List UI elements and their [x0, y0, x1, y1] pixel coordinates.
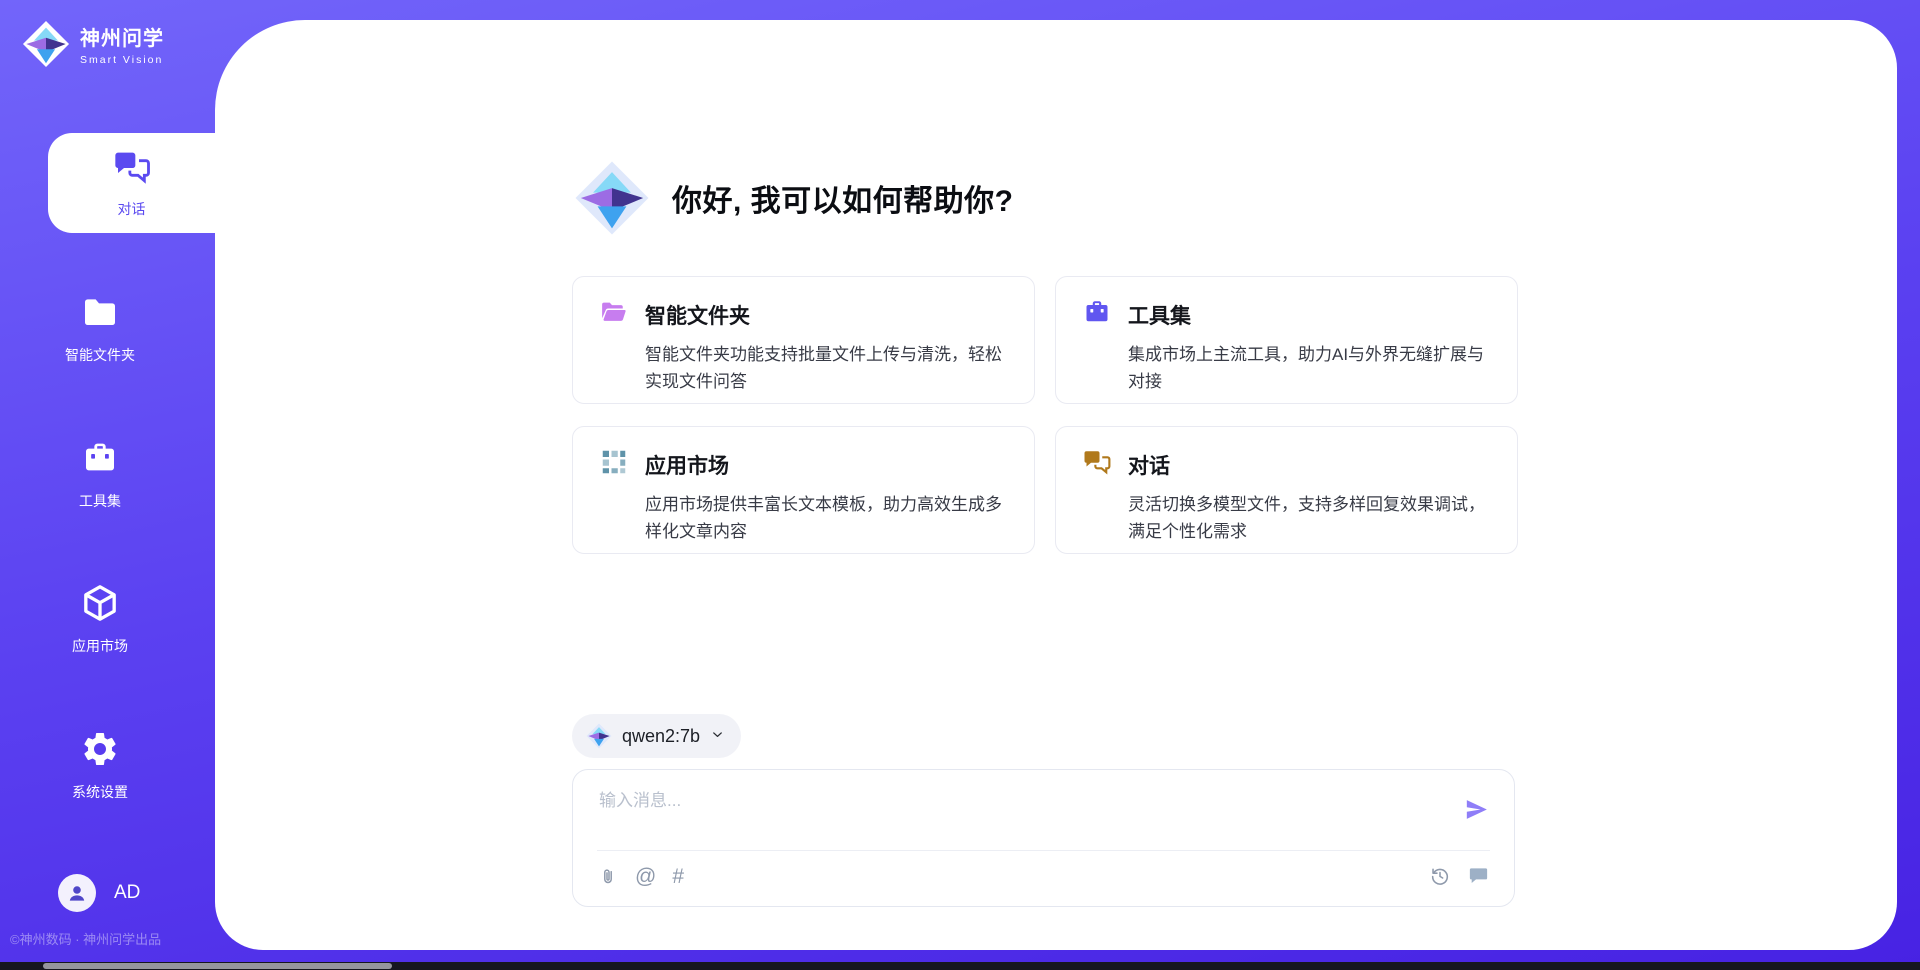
sidebar-item-smart-folder[interactable]: 智能文件夹 — [0, 292, 200, 365]
sidebar-item-label: 系统设置 — [72, 782, 128, 802]
history-icon[interactable] — [1429, 865, 1451, 887]
sidebar-item-toolset[interactable]: 工具集 — [0, 438, 200, 511]
card-title: 应用市场 — [645, 450, 729, 480]
brand-logo: 神州问学 Smart Vision — [22, 20, 164, 68]
card-smart-folder[interactable]: 智能文件夹 智能文件夹功能支持批量文件上传与清洗，轻松实现文件问答 — [572, 276, 1035, 404]
attachment-icon[interactable] — [597, 864, 619, 890]
card-description: 智能文件夹功能支持批量文件上传与清洗，轻松实现文件问答 — [645, 341, 1010, 395]
topic-icon[interactable]: # — [672, 864, 684, 890]
user-menu[interactable]: AD — [58, 874, 140, 912]
card-description: 灵活切换多模型文件，支持多样回复效果调试，满足个性化需求 — [1128, 491, 1493, 545]
scrollbar-thumb[interactable] — [43, 963, 392, 969]
brand-name: 神州问学 — [80, 22, 164, 51]
composer-tools-right — [1429, 864, 1490, 887]
pixel-cube-icon — [599, 447, 629, 482]
user-icon — [65, 881, 89, 905]
brand-subtitle: Smart Vision — [80, 54, 164, 66]
app-root: 神州问学 Smart Vision 对话 智能文件夹 — [0, 0, 1920, 970]
composer-tools-left: @ # — [597, 864, 684, 890]
sidebar-item-label: 智能文件夹 — [65, 345, 135, 365]
sidebar-item-label: 应用市场 — [72, 636, 128, 656]
feedback-bubble-icon[interactable] — [1467, 864, 1490, 887]
card-title: 智能文件夹 — [645, 300, 750, 330]
brand-diamond-icon — [22, 20, 70, 68]
message-input[interactable] — [597, 784, 1451, 846]
model-logo-icon — [586, 723, 612, 749]
avatar — [58, 874, 96, 912]
card-toolset[interactable]: 工具集 集成市场上主流工具，助力AI与外界无缝扩展与对接 — [1055, 276, 1518, 404]
copyright-text: ©神州数码 · 神州问学出品 — [10, 929, 161, 948]
toolbox-icon — [1082, 297, 1112, 332]
model-selector[interactable]: qwen2:7b — [572, 714, 741, 758]
greeting: 你好, 我可以如何帮助你? — [574, 160, 1014, 236]
toolbox-icon — [79, 438, 121, 481]
folder-icon — [79, 292, 121, 335]
card-title: 工具集 — [1128, 300, 1191, 330]
folder-open-icon — [599, 297, 629, 332]
chat-bubbles-icon — [112, 147, 152, 192]
chevron-down-icon — [710, 727, 725, 747]
assistant-logo-icon — [574, 160, 650, 236]
card-description: 集成市场上主流工具，助力AI与外界无缝扩展与对接 — [1128, 341, 1493, 395]
feature-cards: 智能文件夹 智能文件夹功能支持批量文件上传与清洗，轻松实现文件问答 工具集 集成… — [572, 276, 1518, 554]
greeting-text: 你好, 我可以如何帮助你? — [672, 176, 1014, 220]
composer-divider — [597, 850, 1490, 851]
sidebar-item-label: 对话 — [118, 199, 146, 219]
cube-icon — [79, 583, 121, 626]
mention-icon[interactable]: @ — [635, 864, 656, 890]
sidebar-item-label: 工具集 — [79, 491, 121, 511]
message-composer: @ # — [572, 769, 1515, 907]
user-name: AD — [114, 882, 140, 904]
send-icon[interactable] — [1463, 796, 1490, 826]
chat-bubbles-icon — [1082, 447, 1112, 482]
card-chat[interactable]: 对话 灵活切换多模型文件，支持多样回复效果调试，满足个性化需求 — [1055, 426, 1518, 554]
gear-icon — [79, 729, 121, 772]
card-title: 对话 — [1128, 450, 1170, 480]
card-description: 应用市场提供丰富长文本模板，助力高效生成多样化文章内容 — [645, 491, 1010, 545]
card-app-market[interactable]: 应用市场 应用市场提供丰富长文本模板，助力高效生成多样化文章内容 — [572, 426, 1035, 554]
model-name: qwen2:7b — [622, 726, 700, 747]
horizontal-scrollbar — [0, 962, 1920, 970]
sidebar-item-settings[interactable]: 系统设置 — [0, 729, 200, 802]
sidebar-item-app-market[interactable]: 应用市场 — [0, 583, 200, 656]
